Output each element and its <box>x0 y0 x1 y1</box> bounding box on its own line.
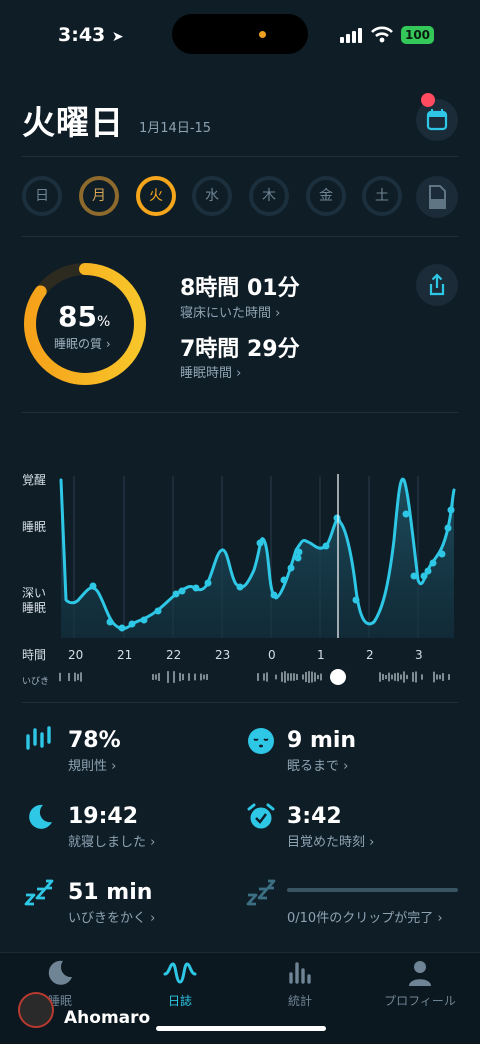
regularity-icon <box>26 726 51 750</box>
hour-label: 20 <box>68 648 84 662</box>
calendar-button[interactable] <box>416 99 458 141</box>
home-indicator[interactable] <box>156 1026 326 1031</box>
y-label-awake: 覚醒 <box>22 473 47 487</box>
y-label-deep: 深い 睡眠 <box>22 586 47 615</box>
nav-profile-label: プロフィール <box>384 994 456 1008</box>
clips-progress-bar <box>287 888 458 892</box>
mic-indicator-dot <box>259 31 266 38</box>
day-tue[interactable]: 火 <box>136 176 176 216</box>
person-icon <box>409 961 431 986</box>
day-sat[interactable]: 土 <box>362 176 402 216</box>
score-number: 85 <box>58 300 97 333</box>
timeline-scrubber-handle[interactable] <box>330 669 346 685</box>
snoring-zzz-icon <box>24 879 54 906</box>
nav-stats-label: 統計 <box>287 994 312 1008</box>
wake-value: 3:42 <box>287 804 342 829</box>
hour-label: 1 <box>317 648 325 662</box>
hour-label: 0 <box>268 648 276 662</box>
in-bed-link[interactable]: 寝床にいた時間 › <box>180 302 280 321</box>
date-range: 1月14日-15 <box>139 121 212 136</box>
hour-label: 22 <box>166 648 182 662</box>
share-button[interactable] <box>416 264 458 306</box>
alarm-clock-icon <box>247 803 275 829</box>
snoring-link[interactable]: いびきをかく › <box>68 907 155 926</box>
y-label-sleep: 睡眠 <box>22 520 47 534</box>
share-icon <box>429 273 445 296</box>
hour-label: 3 <box>415 648 423 662</box>
day-sun[interactable]: 日 <box>22 176 62 216</box>
waveform-icon <box>163 962 197 984</box>
moon-icon <box>48 960 72 985</box>
regularity-link[interactable]: 規則性 › <box>68 755 116 774</box>
nav-stats[interactable]: 統計 <box>250 958 350 1009</box>
watermark-seal-icon <box>18 992 54 1028</box>
fall-asleep-link[interactable]: 眠るまで › <box>287 755 348 774</box>
report-button[interactable] <box>416 176 458 218</box>
status-time-text: 3:43 <box>58 24 106 46</box>
hour-label: 2 <box>366 648 374 662</box>
snoring-value: 51 min <box>68 880 153 905</box>
bedtime-value: 19:42 <box>68 804 139 829</box>
sleepy-face-icon <box>248 728 274 754</box>
snore-timeline[interactable] <box>58 670 458 684</box>
divider <box>22 702 458 703</box>
wake-link[interactable]: 目覚めた時刻 › <box>287 831 374 850</box>
clips-zzz-icon <box>246 879 276 906</box>
signal-icon <box>340 28 362 43</box>
moon-icon <box>29 804 52 829</box>
sleep-hypnogram <box>59 474 456 638</box>
in-bed-value: 8時間 01分 <box>180 276 300 301</box>
document-icon <box>429 185 446 209</box>
calendar-icon <box>426 109 448 131</box>
battery-indicator: 100 <box>401 26 434 44</box>
watermark-name: Ahomaro <box>64 1008 151 1028</box>
day-fri[interactable]: 金 <box>306 176 346 216</box>
day-thu[interactable]: 木 <box>249 176 289 216</box>
x-axis-title: 時間 <box>22 648 47 662</box>
page-title: 火曜日 <box>22 103 124 142</box>
status-time: 3:43 ➤ <box>58 24 124 46</box>
regularity-value: 78% <box>68 728 121 753</box>
asleep-value: 7時間 29分 <box>180 337 300 362</box>
fall-asleep-value: 9 min <box>287 728 357 753</box>
location-arrow-icon: ➤ <box>111 29 124 45</box>
dynamic-island <box>172 14 308 54</box>
nav-profile[interactable]: プロフィール <box>370 958 470 1009</box>
hour-label: 21 <box>117 648 133 662</box>
bedtime-link[interactable]: 就寝しました › <box>68 831 155 850</box>
divider <box>22 236 458 237</box>
sleep-quality-score: 85% <box>58 300 168 333</box>
day-wed[interactable]: 水 <box>192 176 232 216</box>
nav-journal[interactable]: 日誌 <box>130 958 230 1009</box>
nav-journal-label: 日誌 <box>167 994 192 1008</box>
divider <box>22 156 458 157</box>
score-unit: % <box>96 314 111 330</box>
wifi-icon <box>371 26 393 43</box>
snore-row-label: いびき <box>22 677 50 687</box>
bar-chart-icon <box>289 962 311 984</box>
day-mon[interactable]: 月 <box>79 176 119 216</box>
clips-link[interactable]: 0/10件のクリップが完了 › <box>287 907 443 926</box>
notification-dot <box>421 93 435 107</box>
hour-label: 23 <box>215 648 231 662</box>
sleep-quality-link[interactable]: 睡眠の質 › <box>54 335 111 352</box>
asleep-link[interactable]: 睡眠時間 › <box>180 362 241 381</box>
divider <box>22 412 458 413</box>
